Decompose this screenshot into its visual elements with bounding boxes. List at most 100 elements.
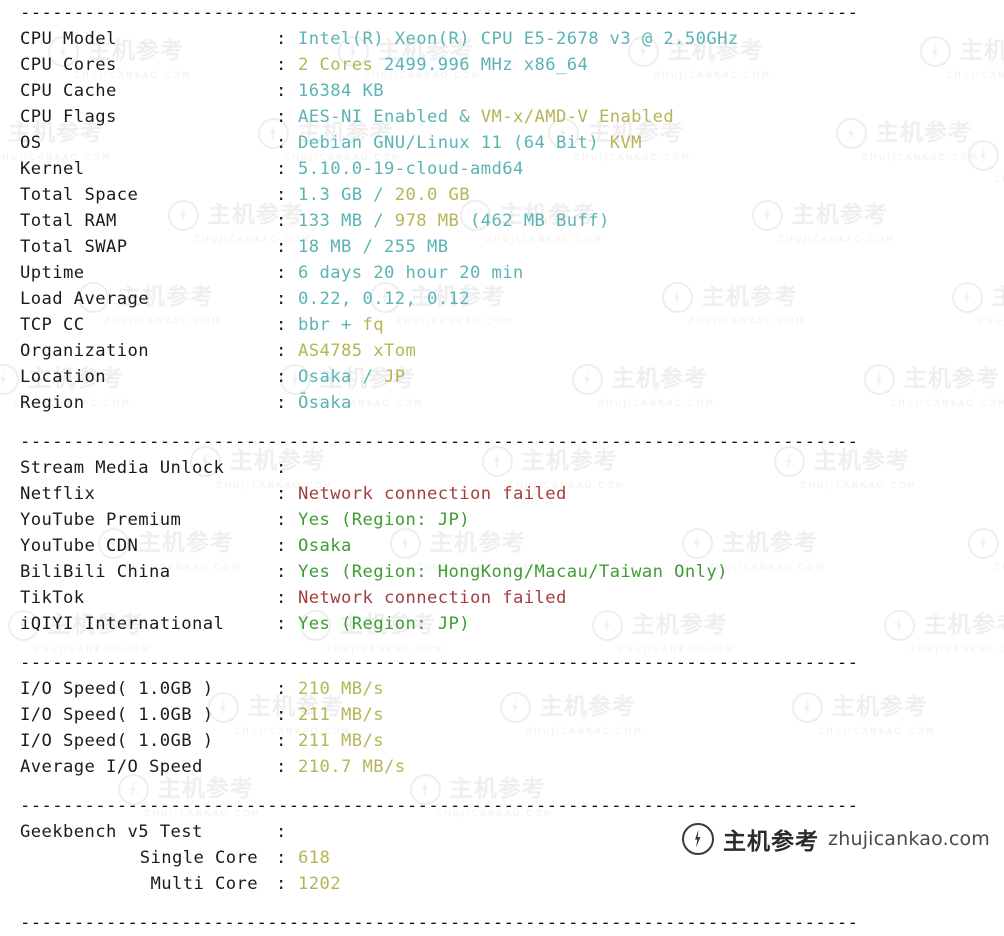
output-row: iQIYI International: Yes (Region: JP) xyxy=(0,611,1004,637)
row-value: Yes (Region: JP) xyxy=(298,614,470,634)
row-value: KVM xyxy=(609,133,642,153)
row-label: I/O Speed( 1.0GB ) xyxy=(20,705,214,725)
row-label: CPU Cache xyxy=(20,81,117,101)
row-value: 2 Cores xyxy=(298,55,374,75)
output-row: YouTube CDN: Osaka xyxy=(0,533,1004,559)
row-label: CPU Model xyxy=(20,29,117,49)
row-colon: : xyxy=(276,289,287,309)
output-row: CPU Model: Intel(R) Xeon(R) CPU E5-2678 v… xyxy=(0,26,1004,52)
row-colon: : xyxy=(276,185,287,205)
row-colon: : xyxy=(276,159,287,179)
output-row: I/O Speed( 1.0GB ):211 MB/s xyxy=(0,728,1004,754)
row-label: I/O Speed( 1.0GB ) xyxy=(20,731,214,751)
row-value: / xyxy=(362,185,395,205)
row-value: Osaka xyxy=(298,367,352,387)
output-row: Stream Media Unlock: xyxy=(0,455,1004,481)
row-value: 210 MB/s xyxy=(298,679,384,699)
row-label: BiliBili China xyxy=(20,562,171,582)
section-separator: ----------------------------------------… xyxy=(20,3,859,23)
output-row: Location: Osaka / JP xyxy=(0,364,1004,390)
row-value: 618 xyxy=(298,848,331,868)
output-row: Uptime:6 days 20 hour 20 min xyxy=(0,260,1004,286)
row-value: JP xyxy=(384,367,406,387)
row-value: AS4785 xTom xyxy=(298,341,417,361)
row-value: Ōsaka xyxy=(298,393,352,413)
output-row: Organization: AS4785 xTom xyxy=(0,338,1004,364)
row-colon: : xyxy=(276,55,287,75)
row-value: / xyxy=(351,237,384,257)
row-value: 255 MB xyxy=(384,237,449,257)
row-label: Netflix xyxy=(20,484,96,504)
row-label: Location xyxy=(20,367,106,387)
brand-url: zhujicankao.com xyxy=(828,828,990,850)
brand-name-cn: 主机参考 xyxy=(723,829,820,855)
row-colon: : xyxy=(276,367,287,387)
output-row: CPU Cache:16384 KB xyxy=(0,78,1004,104)
output-row: CPU Cores:2 Cores 2499.996 MHz x86_64 xyxy=(0,52,1004,78)
row-value: 0.22, 0.12, 0.12 xyxy=(298,289,470,309)
row-colon: : xyxy=(276,614,287,634)
lightning-circle-icon xyxy=(682,823,715,855)
row-colon: : xyxy=(276,263,287,283)
row-colon: : xyxy=(276,848,287,868)
terminal-output: ----------------------------------------… xyxy=(0,0,1004,933)
row-label: TCP CC xyxy=(20,315,85,335)
row-value: fq xyxy=(362,315,384,335)
row-label: Total Space xyxy=(20,185,139,205)
row-value: 16384 KB xyxy=(298,81,384,101)
row-label: Total RAM xyxy=(20,211,117,231)
row-value: 6 days 20 hour 20 min xyxy=(298,263,524,283)
row-value: 2499.996 MHz x86_64 xyxy=(383,55,589,75)
row-colon: : xyxy=(276,315,287,335)
row-value: 18 MB xyxy=(298,237,352,257)
row-label: Uptime xyxy=(20,263,85,283)
row-colon: : xyxy=(276,679,287,699)
row-value xyxy=(599,133,610,153)
row-colon: : xyxy=(276,393,287,413)
row-value: Network connection failed xyxy=(298,484,567,504)
output-row: Average I/O Speed:210.7 MB/s xyxy=(0,754,1004,780)
row-value: + xyxy=(330,315,363,335)
row-value: / xyxy=(351,367,384,387)
row-label: Average I/O Speed xyxy=(20,757,203,777)
row-colon: : xyxy=(276,81,287,101)
row-label: CPU Cores xyxy=(20,55,117,75)
row-label: CPU Flags xyxy=(20,107,117,127)
row-label: YouTube Premium xyxy=(20,510,182,530)
row-colon: : xyxy=(276,822,287,842)
row-value: Debian GNU/Linux 11 (64 Bit) xyxy=(298,133,599,153)
row-colon: : xyxy=(276,341,287,361)
row-value: 211 MB/s xyxy=(298,731,384,751)
row-colon: : xyxy=(276,705,287,725)
section-separator: ----------------------------------------… xyxy=(20,796,859,816)
row-colon: : xyxy=(276,458,287,478)
row-value: bbr xyxy=(298,315,331,335)
row-value: / xyxy=(362,211,395,231)
row-value: 133 MB xyxy=(298,211,363,231)
row-value: 978 MB xyxy=(394,211,460,231)
section-separator: ----------------------------------------… xyxy=(20,653,859,673)
output-row: TCP CC: bbr + fq xyxy=(0,312,1004,338)
row-value: 210.7 MB/s xyxy=(298,757,406,777)
row-colon: : xyxy=(276,588,287,608)
row-label: Multi Core xyxy=(150,874,258,894)
row-colon: : xyxy=(276,107,287,127)
row-label: Load Average xyxy=(20,289,149,309)
row-value: 211 MB/s xyxy=(298,705,384,725)
row-label: Single Core xyxy=(139,848,258,868)
row-label: iQIYI International xyxy=(20,614,225,634)
row-value: Intel(R) Xeon(R) CPU E5-2678 v3 @ 2.50GH… xyxy=(298,29,739,49)
row-colon: : xyxy=(276,536,287,556)
row-colon: : xyxy=(276,133,287,153)
output-row: YouTube Premium: Yes (Region: JP) xyxy=(0,507,1004,533)
row-label: OS xyxy=(20,133,42,153)
output-row: TikTok: Network connection failed xyxy=(0,585,1004,611)
row-colon: : xyxy=(276,562,287,582)
output-row: Total RAM:133 MB / 978 MB (462 MB Buff) xyxy=(0,208,1004,234)
site-brand-logo: 主机参考 zhujicankao.com xyxy=(682,822,990,856)
row-value: (462 MB Buff) xyxy=(459,211,610,231)
row-colon: : xyxy=(276,510,287,530)
row-colon: : xyxy=(276,757,287,777)
